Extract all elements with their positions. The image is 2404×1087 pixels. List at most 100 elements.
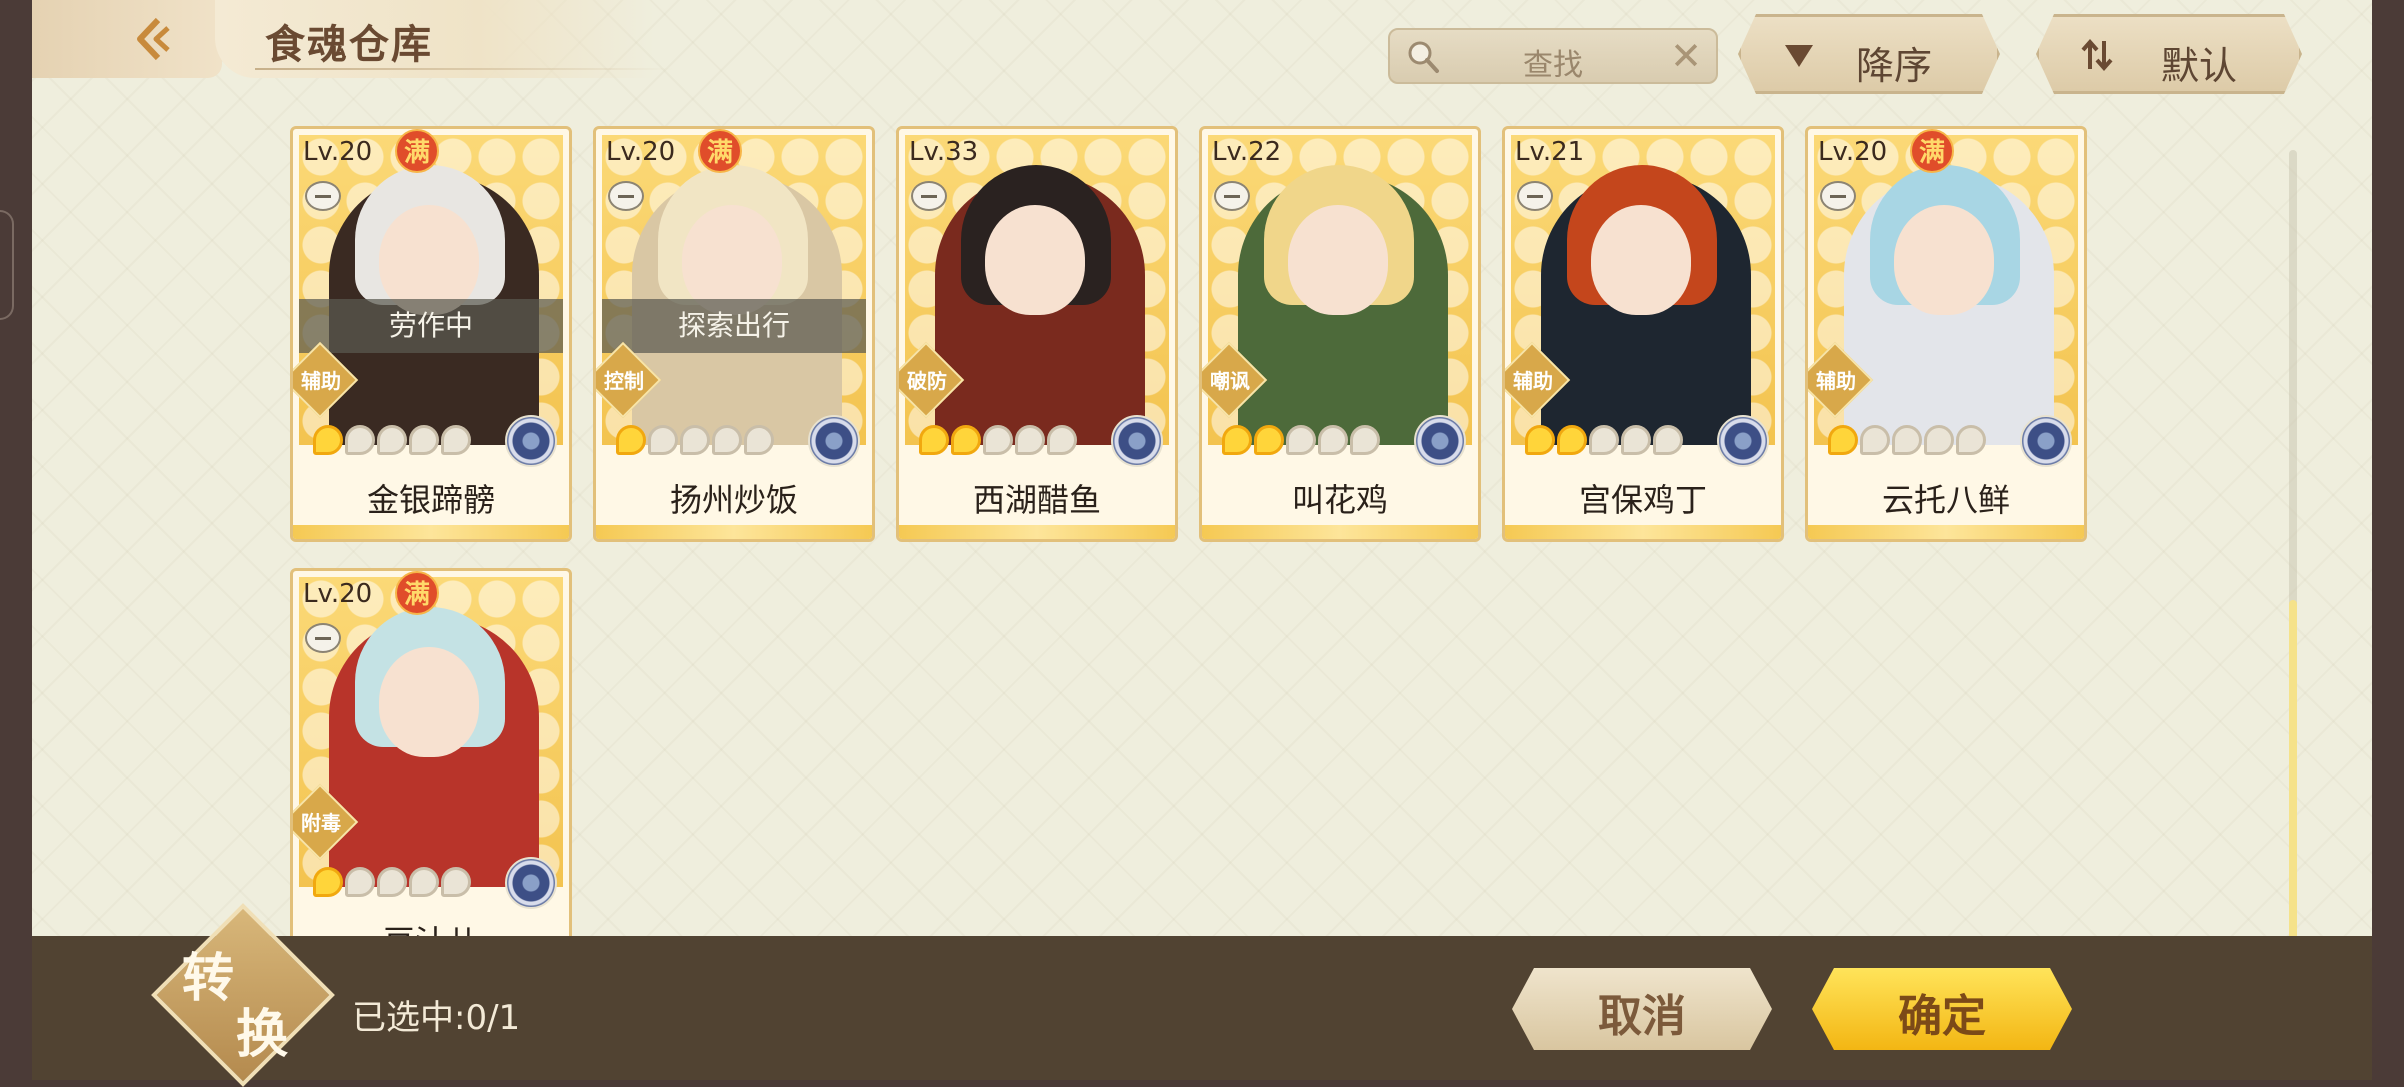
card-level: Lv.20 — [303, 579, 373, 609]
star-icon — [1621, 425, 1651, 455]
search-input[interactable]: 查找 — [1390, 40, 1716, 84]
search-box[interactable]: 查找 ✕ — [1388, 28, 1718, 84]
star-icon — [1956, 425, 1986, 455]
star-icon — [1222, 425, 1252, 455]
faction-emblem-icon — [1414, 415, 1466, 467]
faction-emblem-icon — [505, 857, 557, 909]
star-icon — [648, 425, 678, 455]
character-card[interactable]: Lv.21 辅助 宫保鸡丁 — [1502, 126, 1784, 542]
card-name: 叫花鸡 — [1291, 481, 1388, 519]
card-name: 宫保鸡丁 — [1578, 481, 1707, 519]
star-icon — [1557, 425, 1587, 455]
card-name: 云托八鲜 — [1881, 481, 2010, 519]
back-button[interactable] — [32, 0, 222, 78]
card-foot — [596, 525, 872, 539]
character-card[interactable]: Lv.20 满 探索出行 控制 扬州炒饭 — [593, 126, 875, 542]
star-icon — [951, 425, 981, 455]
sort-mode-button[interactable]: 默认 — [2036, 14, 2302, 94]
max-level-badge: 满 — [1910, 129, 1954, 173]
card-name: 金银蹄髈 — [366, 481, 495, 519]
character-card[interactable]: Lv.20 满 劳作中 辅助 金银蹄髈 — [290, 126, 572, 542]
star-icon — [983, 425, 1013, 455]
character-face — [1591, 205, 1691, 315]
character-card[interactable]: Lv.33 破防 西湖醋鱼 — [896, 126, 1178, 542]
confirm-label: 确定 — [1898, 991, 1986, 1042]
faction-emblem-icon — [2020, 415, 2072, 467]
star-icon — [1924, 425, 1954, 455]
star-icon — [313, 867, 343, 897]
star-icon — [313, 425, 343, 455]
card-level: Lv.33 — [909, 137, 979, 167]
card-role: 辅助 — [301, 369, 341, 393]
triangle-down-icon — [1781, 37, 1817, 73]
faction-emblem-icon — [808, 415, 860, 467]
expression-icon — [608, 181, 644, 211]
star-icon — [1892, 425, 1922, 455]
star-icon — [409, 425, 439, 455]
page-title: 食魂仓库 — [265, 21, 433, 68]
star-icon — [377, 425, 407, 455]
star-icon — [345, 867, 375, 897]
game-frame: 食魂仓库 查找 ✕ 降序 默认 Lv.20 满 劳作中 辅助 金银蹄髈 Lv.2… — [0, 0, 2404, 1087]
expression-icon — [305, 181, 341, 211]
expression-icon — [1820, 181, 1856, 211]
expression-icon — [911, 181, 947, 211]
star-icon — [1047, 425, 1077, 455]
card-level: Lv.22 — [1212, 137, 1282, 167]
star-icon — [441, 425, 471, 455]
cancel-label: 取消 — [1598, 991, 1686, 1042]
star-rating — [616, 425, 774, 455]
cancel-button[interactable]: 取消 — [1512, 968, 1772, 1050]
card-level: Lv.21 — [1515, 137, 1585, 167]
card-foot — [1505, 525, 1781, 539]
card-name: 扬州炒饭 — [669, 481, 798, 519]
star-icon — [1015, 425, 1045, 455]
expression-icon — [1517, 181, 1553, 211]
convert-char-2: 换 — [236, 1004, 289, 1065]
confirm-button[interactable]: 确定 — [1812, 968, 2072, 1050]
card-status: 劳作中 — [299, 299, 563, 353]
side-handle[interactable] — [0, 210, 14, 320]
close-icon[interactable]: ✕ — [1670, 36, 1702, 76]
convert-char-1: 转 — [182, 948, 235, 1009]
star-icon — [1589, 425, 1619, 455]
card-foot — [1202, 525, 1478, 539]
title-plate: 食魂仓库 — [215, 0, 675, 78]
faction-emblem-icon — [505, 415, 557, 467]
character-face — [1288, 205, 1388, 315]
character-card[interactable]: Lv.20 满 附毒 豆汁儿 — [290, 568, 572, 984]
star-icon — [712, 425, 742, 455]
star-icon — [345, 425, 375, 455]
star-icon — [1525, 425, 1555, 455]
star-icon — [1286, 425, 1316, 455]
card-status: 探索出行 — [602, 299, 866, 353]
card-foot — [1808, 525, 2084, 539]
sort-order-button[interactable]: 降序 — [1738, 14, 2000, 94]
star-icon — [1828, 425, 1858, 455]
star-icon — [377, 867, 407, 897]
max-level-badge: 满 — [395, 129, 439, 173]
card-role: 附毒 — [301, 811, 341, 835]
character-card[interactable]: Lv.22 嘲讽 叫花鸡 — [1199, 126, 1481, 542]
card-role: 破防 — [907, 369, 947, 393]
card-role: 控制 — [604, 369, 644, 393]
card-role: 嘲讽 — [1210, 369, 1250, 393]
character-face — [1894, 205, 1994, 315]
star-icon — [919, 425, 949, 455]
sort-order-label: 降序 — [1856, 44, 1933, 88]
max-level-badge: 满 — [698, 129, 742, 173]
star-icon — [1350, 425, 1380, 455]
star-icon — [616, 425, 646, 455]
star-icon — [744, 425, 774, 455]
card-role: 辅助 — [1513, 369, 1553, 393]
character-face — [985, 205, 1085, 315]
card-name: 西湖醋鱼 — [972, 481, 1101, 519]
character-card[interactable]: Lv.20 满 辅助 云托八鲜 — [1805, 126, 2087, 542]
card-level: Lv.20 — [303, 137, 373, 167]
star-icon — [1318, 425, 1348, 455]
card-role: 辅助 — [1816, 369, 1856, 393]
star-rating — [1222, 425, 1380, 455]
back-chevron-icon — [137, 17, 170, 61]
title-underline — [255, 68, 675, 70]
star-rating — [1525, 425, 1683, 455]
